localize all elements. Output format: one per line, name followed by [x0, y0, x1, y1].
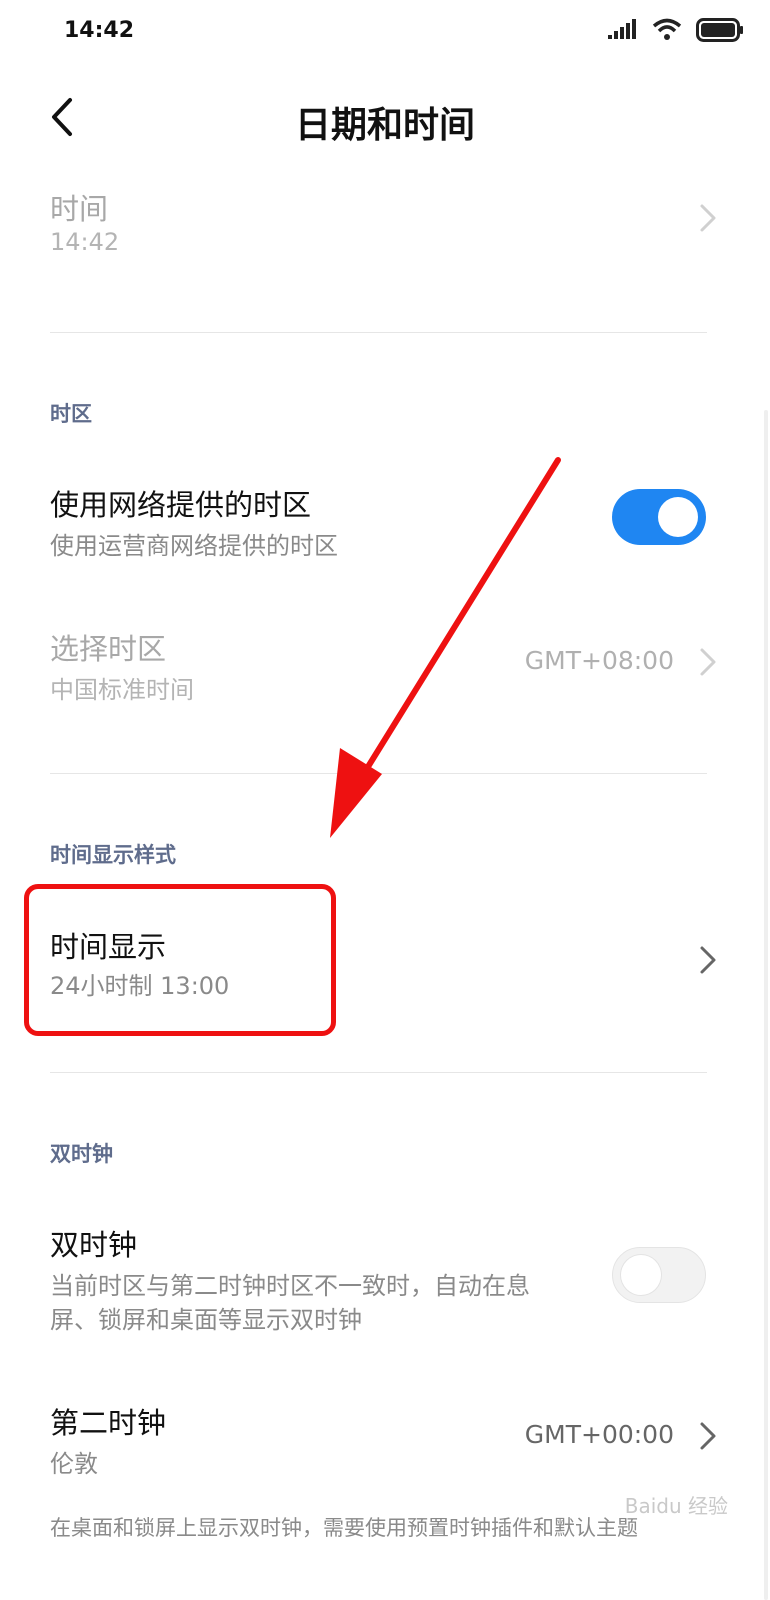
signal-icon [608, 19, 636, 39]
select-timezone-row[interactable]: 选择时区 中国标准时间 GMT+08:00 [0, 624, 770, 714]
select-timezone-value: GMT+08:00 [524, 646, 674, 675]
network-timezone-row[interactable]: 使用网络提供的时区 使用运营商网络提供的时区 [0, 480, 770, 570]
second-clock-value: GMT+00:00 [524, 1420, 674, 1449]
dual-clock-title: 双时钟 [50, 1228, 138, 1262]
status-icons [608, 18, 744, 42]
dual-clock-subtitle-line2: 屏、锁屏和桌面等显示双时钟 [50, 1306, 362, 1334]
second-clock-row[interactable]: 第二时钟 伦敦 GMT+00:00 [0, 1398, 770, 1488]
status-time: 14:42 [64, 18, 135, 43]
wifi-icon [652, 18, 682, 40]
section-header-timezone: 时区 [50, 402, 92, 426]
select-timezone-title: 选择时区 [50, 632, 167, 666]
network-timezone-toggle[interactable] [612, 489, 706, 545]
toggle-knob [621, 1255, 661, 1295]
divider [50, 773, 707, 774]
page-title: 日期和时间 [294, 105, 475, 146]
scrollbar[interactable] [764, 410, 768, 1600]
battery-icon [696, 18, 743, 42]
section-header-time-display-style: 时间显示样式 [50, 843, 176, 867]
chevron-right-icon [700, 946, 716, 974]
select-timezone-subtitle: 中国标准时间 [50, 676, 194, 704]
header: 日期和时间 [0, 78, 770, 158]
divider [50, 1072, 707, 1073]
status-bar: 14:42 [0, 0, 770, 64]
dual-clock-subtitle-line1: 当前时区与第二时钟时区不一致时，自动在息 [50, 1272, 530, 1300]
second-clock-subtitle: 伦敦 [50, 1450, 98, 1478]
dual-clock-toggle[interactable] [612, 1247, 706, 1303]
section-header-dual-clock: 双时钟 [50, 1142, 113, 1166]
time-row-title: 时间 [50, 192, 109, 226]
time-row-value: 14:42 [50, 228, 120, 256]
time-row[interactable]: 时间 14:42 [0, 180, 770, 290]
second-clock-title: 第二时钟 [50, 1406, 167, 1440]
chevron-right-icon [700, 204, 716, 232]
chevron-right-icon [700, 1422, 716, 1450]
annotation-highlight-box [24, 884, 336, 1036]
watermark: Baidu 经验 [624, 1494, 728, 1518]
toggle-knob [658, 497, 698, 537]
divider [50, 332, 707, 333]
network-timezone-title: 使用网络提供的时区 [50, 488, 312, 522]
chevron-right-icon [700, 648, 716, 676]
dual-clock-row[interactable]: 双时钟 当前时区与第二时钟时区不一致时，自动在息 屏、锁屏和桌面等显示双时钟 [0, 1220, 770, 1334]
footer-note: 在桌面和锁屏上显示双时钟，需要使用预置时钟插件和默认主题 [50, 1516, 638, 1540]
network-timezone-subtitle: 使用运营商网络提供的时区 [50, 532, 338, 560]
